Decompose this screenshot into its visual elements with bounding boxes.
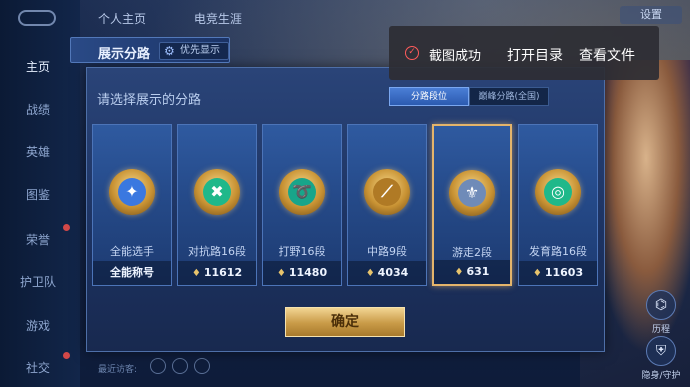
confirm-button[interactable]: 确定 (285, 307, 405, 337)
lane-card-score: 11612 (203, 266, 243, 279)
toast-message: 截图成功 (429, 49, 482, 64)
lane-card-name: 对抗路16段 (188, 245, 246, 258)
lane-card-name: 游走2段 (452, 246, 492, 259)
nav-item-honors[interactable]: 荣誉 (0, 231, 76, 248)
farm-lane-icon: ◎ (535, 169, 581, 215)
gear-icon: ⚙ (164, 44, 175, 58)
tab-esports[interactable]: 电竞生涯 (194, 12, 242, 26)
nav-item-home[interactable]: 主页 (0, 58, 76, 75)
stealth-guard-button[interactable]: ⛨ 隐身/守护 (640, 336, 682, 381)
score-icon: ♦ (191, 268, 201, 279)
stealth-guard-label: 隐身/守护 (641, 371, 681, 381)
nav-item-codex[interactable]: 图鉴 (0, 186, 76, 203)
score-icon: ♦ (532, 268, 542, 279)
priority-display-button[interactable]: ⚙ 优先显示 (159, 42, 229, 60)
roam-icon: ⚜ (449, 170, 495, 216)
lane-card-name: 全能选手 (110, 245, 154, 258)
score-icon: ♦ (276, 268, 286, 279)
lane-card-score: 11480 (288, 266, 328, 279)
filter-peak-lane-tab[interactable]: 巅峰分路(全国) (469, 87, 549, 106)
lane-card-footer: ♦ 631 (434, 260, 510, 284)
lane-card-score: 4034 (377, 266, 409, 279)
badge-core: ◎ (544, 178, 572, 206)
lane-card[interactable]: ✦ 全能选手全能称号 (92, 124, 172, 286)
lane-card-name: 打野16段 (278, 245, 326, 258)
notification-dot (63, 352, 70, 359)
clash-lane-icon: ✖ (194, 169, 240, 215)
visitor-icon[interactable] (172, 358, 188, 374)
priority-display-label: 优先显示 (180, 45, 220, 56)
lane-card-footer: 全能称号 (93, 261, 171, 285)
history-label: 历程 (651, 325, 670, 335)
lane-card-score: 全能称号 (110, 266, 154, 279)
open-folder-link[interactable]: 打开目录 (507, 45, 563, 65)
lane-card-name: 中路9段 (367, 245, 407, 258)
screenshot-success-icon: ✓ (405, 46, 419, 60)
lane-card[interactable]: ⟋ 中路9段 ♦ 4034 (347, 124, 427, 286)
score-icon: ♦ (454, 267, 464, 278)
lane-card-name: 发育路16段 (529, 245, 587, 258)
badge-core: ✖ (203, 178, 231, 206)
view-file-link[interactable]: 查看文件 (579, 45, 635, 65)
screenshot-toast: ✓ 截图成功 打开目录 查看文件 (389, 26, 659, 80)
lane-card-footer: ♦ 4034 (348, 261, 426, 285)
filter-lane-rank-tab[interactable]: 分路段位 (389, 87, 469, 106)
lane-card-footer: ♦ 11603 (519, 261, 597, 285)
all-round-icon: ✦ (109, 169, 155, 215)
badge-core: ➰ (288, 178, 316, 206)
jungle-icon: ➰ (279, 169, 325, 215)
badge-core: ⟋ (373, 178, 401, 206)
visitor-icon[interactable] (150, 358, 166, 374)
badge-core: ⚜ (458, 179, 486, 207)
nav-item-social[interactable]: 社交 (0, 359, 76, 376)
settings-button[interactable]: 设置 (620, 6, 682, 24)
lane-card[interactable]: ⚜ 游走2段 ♦ 631 (432, 124, 512, 286)
nav-item-guard-team[interactable]: 护卫队 (0, 273, 76, 290)
back-logo-icon[interactable] (18, 10, 56, 26)
lane-card-footer: ♦ 11480 (263, 261, 341, 285)
tab-profile[interactable]: 个人主页 (98, 12, 146, 26)
badge-core: ✦ (118, 178, 146, 206)
history-button[interactable]: ⌬ 历程 (640, 290, 682, 335)
mid-lane-icon: ⟋ (364, 169, 410, 215)
history-icon: ⌬ (646, 290, 676, 320)
lane-card-score: 11603 (544, 266, 584, 279)
lane-card-score: 631 (466, 265, 490, 278)
lane-card[interactable]: ◎ 发育路16段 ♦ 11603 (518, 124, 598, 286)
nav-item-records[interactable]: 战绩 (0, 101, 76, 118)
dialog-title: 展示分路 (98, 47, 151, 62)
notification-dot (63, 224, 70, 231)
lane-card[interactable]: ➰ 打野16段 ♦ 11480 (262, 124, 342, 286)
top-tabs: 个人主页 电竞生涯 (98, 10, 286, 27)
nav-item-games[interactable]: 游戏 (0, 317, 76, 334)
visitor-icon[interactable] (194, 358, 210, 374)
left-nav: 主页 战绩 英雄 图鉴 荣誉 护卫队 游戏 社交 (0, 0, 80, 387)
score-icon: ♦ (365, 268, 375, 279)
nav-item-heroes[interactable]: 英雄 (0, 143, 76, 160)
recent-visitors-label: 最近访客: (98, 365, 138, 375)
dialog-prompt: 请选择展示的分路 (97, 93, 202, 108)
guard-icon: ⛨ (646, 336, 676, 366)
lane-card[interactable]: ✖ 对抗路16段 ♦ 11612 (177, 124, 257, 286)
lane-card-footer: ♦ 11612 (178, 261, 256, 285)
